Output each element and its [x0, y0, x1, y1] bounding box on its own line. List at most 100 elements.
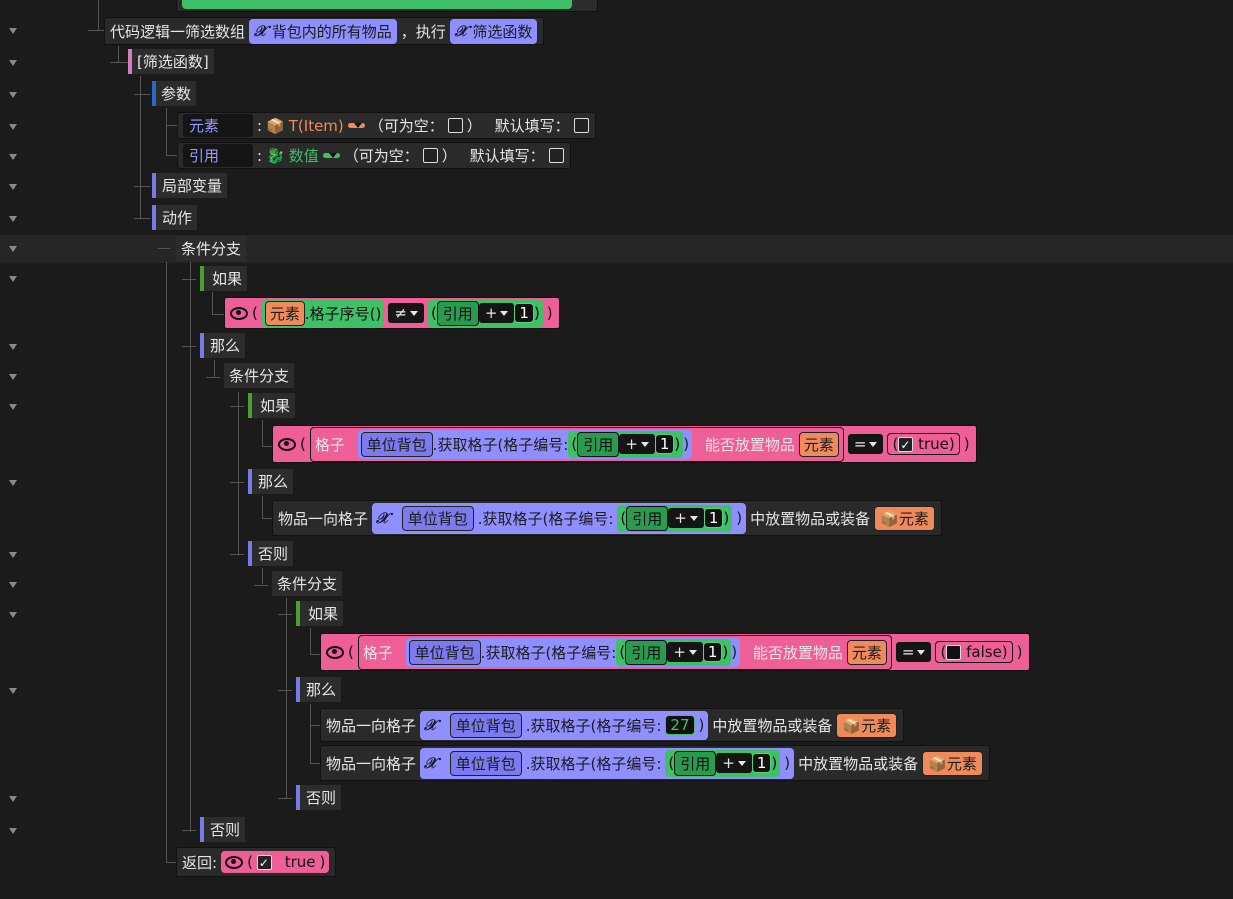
- plus-dropdown[interactable]: +: [716, 753, 752, 773]
- bool-value: true: [918, 435, 949, 453]
- return-block[interactable]: 返回: ( true): [176, 847, 337, 877]
- plus-dropdown[interactable]: +: [667, 642, 703, 662]
- bag-var[interactable]: 单位背包: [360, 431, 433, 457]
- nullable-checkbox[interactable]: [422, 148, 438, 163]
- chevron-down-icon: [500, 311, 509, 316]
- condition-branch[interactable]: 条件分支: [176, 236, 247, 261]
- put-item-block-1[interactable]: 物品一向格子 𝒳 单位背包 .获取格子(格子编号: ( 引用 + 1) ) 中放…: [272, 500, 942, 536]
- bag-var[interactable]: 单位背包: [408, 639, 481, 665]
- element-var[interactable]: 元素: [264, 300, 305, 326]
- bool-literal[interactable]: ( true): [887, 433, 960, 455]
- bag-call: 单位背包 .获取格子(格子编号: ( 引用 + 1) ): [405, 637, 741, 667]
- then-node[interactable]: 那么: [296, 677, 342, 702]
- condition-expr-1[interactable]: ( 元素 .格子序号() ≠ ( 引用 + 1) ): [224, 297, 560, 329]
- collapse-arrow-icon[interactable]: [9, 612, 17, 618]
- else-node[interactable]: 否则: [200, 817, 246, 842]
- number-literal[interactable]: 1: [751, 753, 772, 773]
- collapse-arrow-icon[interactable]: [9, 404, 17, 410]
- type-dropdown[interactable]: [347, 123, 365, 128]
- condition-branch[interactable]: 条件分支: [224, 363, 295, 388]
- ref-var[interactable]: 引用: [625, 639, 668, 665]
- collapse-arrow-icon[interactable]: [9, 28, 17, 34]
- plus-label: +: [674, 509, 687, 527]
- put-item-block-2[interactable]: 物品一向格子 𝒳 单位背包 .获取格子(格子编号: 27) 中放置物品或装备 📦…: [320, 708, 905, 742]
- number-literal[interactable]: 27: [665, 715, 695, 735]
- bag-var[interactable]: 单位背包: [449, 712, 522, 738]
- eye-icon[interactable]: [326, 645, 344, 659]
- collapse-arrow-icon[interactable]: [9, 216, 17, 222]
- element-var[interactable]: 📦元素: [874, 505, 935, 531]
- element-var[interactable]: 元素: [798, 431, 839, 457]
- eye-icon[interactable]: [230, 306, 248, 320]
- number-literal[interactable]: 1: [702, 642, 723, 662]
- function-node[interactable]: [筛选函数]: [128, 49, 214, 74]
- bag-var[interactable]: 单位背包: [449, 750, 522, 776]
- collapse-arrow-icon[interactable]: [9, 60, 17, 66]
- place-label: 中放置物品或装备: [750, 509, 871, 528]
- else-node[interactable]: 否则: [248, 541, 294, 566]
- element-var[interactable]: 元素: [846, 639, 887, 665]
- param-name-field[interactable]: 元素: [183, 114, 253, 137]
- func-variable[interactable]: 𝒳 筛选函数: [449, 18, 538, 44]
- params-node[interactable]: 参数: [152, 81, 197, 106]
- collapse-arrow-icon[interactable]: [9, 480, 17, 486]
- condition-branch[interactable]: 条件分支: [272, 571, 343, 596]
- default-checkbox[interactable]: [573, 118, 589, 133]
- collapse-arrow-icon[interactable]: [9, 276, 17, 282]
- default-checkbox[interactable]: [548, 148, 564, 163]
- actions-node[interactable]: 动作: [152, 205, 198, 230]
- ref-var[interactable]: 引用: [577, 431, 620, 457]
- checkbox-checked-icon[interactable]: [256, 854, 272, 870]
- number-literal[interactable]: 1: [654, 434, 675, 454]
- ref-var[interactable]: 引用: [626, 505, 669, 531]
- nullable-checkbox[interactable]: [447, 118, 463, 133]
- list-variable[interactable]: 𝒳 背包内的所有物品: [249, 18, 397, 44]
- if-node[interactable]: 如果: [248, 393, 296, 418]
- collapse-arrow-icon[interactable]: [9, 246, 17, 252]
- operator-dropdown[interactable]: ≠: [388, 303, 424, 323]
- plus-dropdown[interactable]: +: [478, 303, 515, 323]
- return-expr[interactable]: ( true): [221, 851, 330, 873]
- operator-dropdown[interactable]: =: [895, 642, 932, 662]
- collapse-arrow-icon[interactable]: [9, 344, 17, 350]
- ref-var[interactable]: 引用: [674, 750, 717, 776]
- number-literal[interactable]: 1: [514, 303, 534, 323]
- collapse-arrow-icon[interactable]: [9, 552, 17, 558]
- collapse-arrow-icon[interactable]: [9, 796, 17, 802]
- else-node[interactable]: 否则: [296, 785, 342, 810]
- collapse-arrow-icon[interactable]: [9, 582, 17, 588]
- param-name-field[interactable]: 引用: [183, 144, 253, 167]
- eye-icon[interactable]: [225, 855, 244, 869]
- then-node[interactable]: 那么: [200, 333, 246, 358]
- param-type: T(Item): [288, 116, 344, 135]
- compare-left: 元素 .格子序号(): [261, 299, 385, 327]
- plus-dropdown[interactable]: +: [668, 508, 704, 528]
- eye-icon[interactable]: [278, 437, 296, 451]
- collapse-arrow-icon[interactable]: [9, 688, 17, 694]
- ref-var[interactable]: 引用: [436, 300, 479, 326]
- collapse-arrow-icon[interactable]: [9, 92, 17, 98]
- collapse-arrow-icon[interactable]: [9, 184, 17, 190]
- condition-expr-2[interactable]: ( 格子 单位背包 .获取格子(格子编号: ( 引用 + 1) ) 能否放置物品…: [272, 425, 977, 463]
- plus-dropdown[interactable]: +: [619, 434, 655, 454]
- bool-literal[interactable]: ( false): [935, 641, 1013, 663]
- if-node[interactable]: 如果: [296, 601, 344, 626]
- collapse-arrow-icon[interactable]: [9, 374, 17, 380]
- filter-array-block[interactable]: 代码逻辑一筛选数组 𝒳 背包内的所有物品 ，执行 𝒳 筛选函数: [104, 17, 545, 45]
- element-var[interactable]: 📦元素: [836, 712, 898, 738]
- number-literal[interactable]: 1: [703, 508, 724, 528]
- collapse-arrow-icon[interactable]: [9, 124, 17, 130]
- operator-dropdown[interactable]: =: [847, 434, 884, 454]
- if-node[interactable]: 如果: [200, 266, 248, 291]
- condition-expr-3[interactable]: ( 格子 单位背包 .获取格子(格子编号: ( 引用 + 1) ) 能否放置物品…: [320, 633, 1030, 671]
- checkbox-checked-icon[interactable]: [898, 436, 914, 452]
- put-item-block-3[interactable]: 物品一向格子 𝒳 单位背包 .获取格子(格子编号: ( 引用 + 1) ) 中放…: [320, 745, 990, 781]
- bag-var[interactable]: 单位背包: [401, 505, 474, 531]
- collapse-arrow-icon[interactable]: [9, 828, 17, 834]
- locals-node[interactable]: 局部变量: [152, 173, 228, 198]
- then-node[interactable]: 那么: [248, 469, 294, 494]
- element-var[interactable]: 📦元素: [922, 750, 983, 776]
- collapse-arrow-icon[interactable]: [9, 154, 17, 160]
- checkbox-unchecked-icon[interactable]: [946, 644, 962, 660]
- type-dropdown[interactable]: [322, 153, 340, 158]
